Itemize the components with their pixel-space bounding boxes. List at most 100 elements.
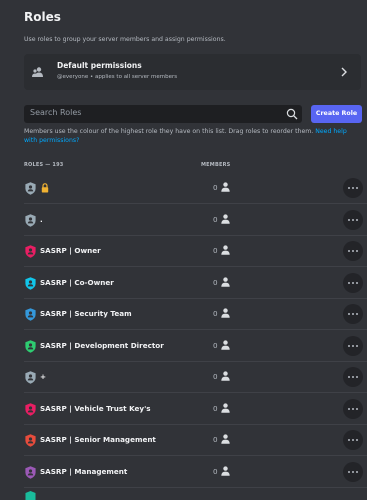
default-permissions-card[interactable]: Default permissions @everyone • applies …	[24, 54, 361, 90]
dot-icon	[348, 439, 350, 441]
member-count: 0	[213, 214, 218, 224]
role-name: SASRP | Management	[40, 466, 128, 476]
dot-icon	[356, 313, 358, 315]
person-icon	[221, 465, 230, 476]
chevron-right-icon	[341, 67, 347, 77]
role-row[interactable]: SASRP | Co-Owner 0	[24, 268, 367, 299]
member-count: 0	[213, 372, 218, 381]
person-icon	[221, 182, 230, 192]
member-count: 0	[213, 246, 218, 255]
role-shield-icon	[25, 308, 36, 321]
more-options-button[interactable]	[343, 398, 363, 419]
role-row[interactable]: SASRP | Security Team 0	[24, 299, 367, 330]
role-name: SASRP | Senior Management	[40, 435, 156, 444]
search-roles-input[interactable]: Search Roles	[24, 105, 302, 123]
role-row[interactable]: SASRP | Owner 0	[24, 236, 367, 267]
member-count: 0	[213, 277, 218, 287]
role-row[interactable]: SASRP | Management 0	[24, 457, 367, 488]
members-column-header: MEMBERS	[201, 162, 231, 168]
dot-icon	[348, 376, 350, 378]
person-icon	[221, 402, 230, 413]
member-count: 0	[213, 466, 218, 476]
role-row[interactable]: SASRP | Senior Management 0	[24, 425, 367, 456]
dot-icon	[348, 250, 350, 252]
role-shield-icon	[25, 491, 36, 500]
more-options-button[interactable]	[343, 209, 363, 230]
default-permissions-title: Default permissions	[57, 61, 142, 70]
member-count: 0	[213, 435, 218, 444]
dot-icon	[356, 439, 358, 441]
person-icon	[221, 245, 230, 255]
more-options-button[interactable]	[343, 241, 363, 261]
role-row[interactable]: SASRP | Development Director 0	[24, 331, 367, 362]
dot-icon	[352, 313, 354, 315]
more-options-button[interactable]	[343, 430, 363, 450]
member-count: 0	[213, 340, 218, 350]
role-shield-icon	[25, 402, 36, 416]
dot-icon	[356, 344, 358, 347]
role-shield-icon	[25, 213, 36, 227]
dot-icon	[348, 218, 350, 221]
role-shield-icon	[25, 182, 36, 195]
role-row[interactable]: 0	[24, 173, 367, 204]
role-shield-icon	[25, 339, 36, 353]
more-options-button[interactable]	[343, 178, 363, 198]
dot-icon	[352, 470, 354, 473]
dot-icon	[356, 218, 358, 221]
role-name: SASRP | Owner	[40, 246, 101, 255]
role-name: SASRP | Security Team	[40, 309, 132, 318]
partial-role-row[interactable]	[24, 491, 367, 500]
role-shield-icon	[25, 245, 36, 258]
dot-icon	[348, 470, 350, 473]
dot-icon	[348, 187, 350, 189]
dot-icon	[352, 218, 354, 221]
person-icon	[221, 308, 230, 318]
role-shield-icon	[25, 371, 36, 384]
search-placeholder: Search Roles	[30, 108, 82, 117]
role-name: SASRP | Co-Owner	[40, 277, 114, 287]
role-shield-icon	[25, 465, 36, 479]
role-name: +	[40, 372, 47, 381]
person-icon	[221, 213, 230, 224]
people-icon	[32, 67, 43, 77]
dot-icon	[356, 281, 358, 284]
role-row[interactable]: +0	[24, 362, 367, 393]
dot-icon	[356, 376, 358, 378]
page-subtitle: Use roles to group your server members a…	[24, 36, 226, 43]
create-role-button[interactable]: Create Role	[311, 105, 362, 123]
search-icon	[286, 108, 298, 120]
dot-icon	[352, 187, 354, 189]
person-icon	[221, 276, 230, 287]
roles-column-header: ROLES — 193	[24, 162, 64, 168]
role-shield-icon	[25, 434, 36, 447]
role-name: .	[40, 214, 43, 224]
dot-icon	[348, 281, 350, 284]
page-title: Roles	[24, 10, 61, 24]
more-options-button[interactable]	[343, 461, 363, 482]
more-options-button[interactable]	[343, 272, 363, 293]
dot-icon	[356, 470, 358, 473]
role-shield-icon	[25, 276, 36, 290]
dot-icon	[352, 281, 354, 284]
person-icon	[221, 371, 230, 381]
person-icon	[221, 339, 230, 350]
more-options-button[interactable]	[343, 335, 363, 356]
default-permissions-subtitle: @everyone • applies to all server member…	[57, 74, 178, 80]
role-row[interactable]: SASRP | Vehicle Trust Key's 0	[24, 394, 367, 425]
more-options-button[interactable]	[343, 367, 363, 387]
person-icon	[221, 434, 230, 444]
roles-settings-page: Roles Use roles to group your server mem…	[0, 0, 367, 500]
dot-icon	[352, 376, 354, 378]
member-count: 0	[213, 183, 218, 192]
role-name: SASRP | Vehicle Trust Key's	[40, 403, 151, 413]
dot-icon	[348, 407, 350, 410]
more-options-button[interactable]	[343, 304, 363, 324]
dot-icon	[352, 439, 354, 441]
role-name: SASRP | Development Director	[40, 340, 164, 350]
dot-icon	[352, 344, 354, 347]
dot-icon	[356, 407, 358, 410]
dot-icon	[348, 344, 350, 347]
help-text: Members use the colour of the highest ro…	[24, 128, 359, 145]
role-row[interactable]: .0	[24, 205, 367, 236]
member-count: 0	[213, 309, 218, 318]
